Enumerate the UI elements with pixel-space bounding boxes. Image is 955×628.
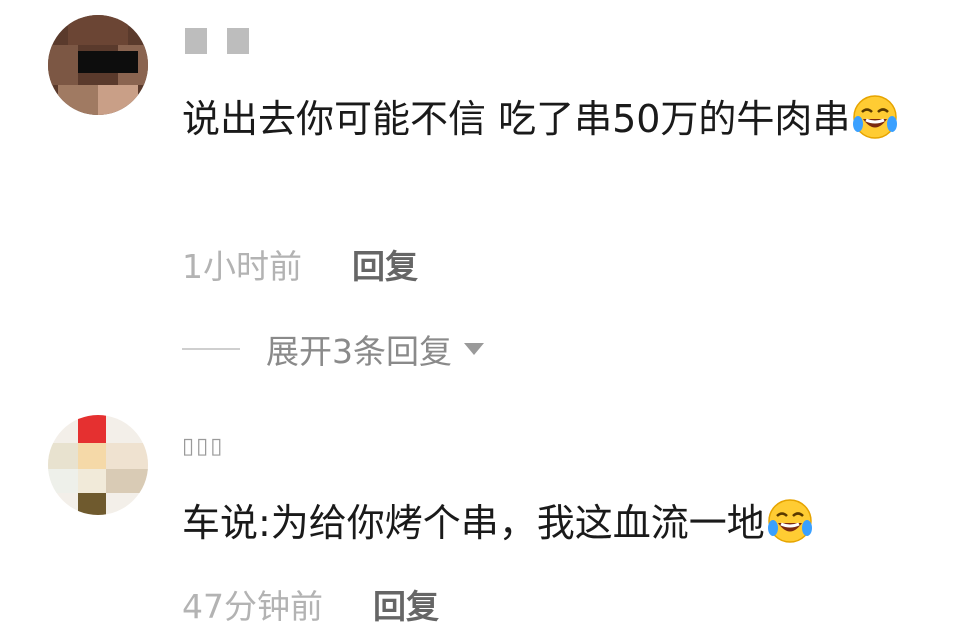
comment-text: 说出去你可能不信 吃了串50万的牛肉串 <box>182 88 942 150</box>
reply-button[interactable]: 回复 <box>352 240 418 288</box>
comment-text: 车说:为给你烤个串，我这血流一地 <box>182 492 955 554</box>
comment-meta: 1小时前 回复 <box>182 240 418 288</box>
avatar[interactable] <box>48 415 148 515</box>
chevron-down-icon <box>464 343 484 355</box>
expand-replies-button[interactable]: 展开3条回复 <box>182 325 484 373</box>
rofl-emoji-icon <box>853 95 898 139</box>
timestamp: 47分钟前 <box>182 587 323 626</box>
avatar[interactable] <box>48 15 148 115</box>
divider-line <box>182 348 240 350</box>
username-blurred[interactable] <box>185 28 249 54</box>
comment-meta: 47分钟前 回复 <box>182 580 439 628</box>
username[interactable]: ▯▯▯ <box>182 434 224 459</box>
expand-replies-label: 展开3条回复 <box>266 332 452 371</box>
rofl-emoji-icon <box>767 499 812 543</box>
reply-button[interactable]: 回复 <box>373 580 439 628</box>
timestamp: 1小时前 <box>182 247 302 286</box>
